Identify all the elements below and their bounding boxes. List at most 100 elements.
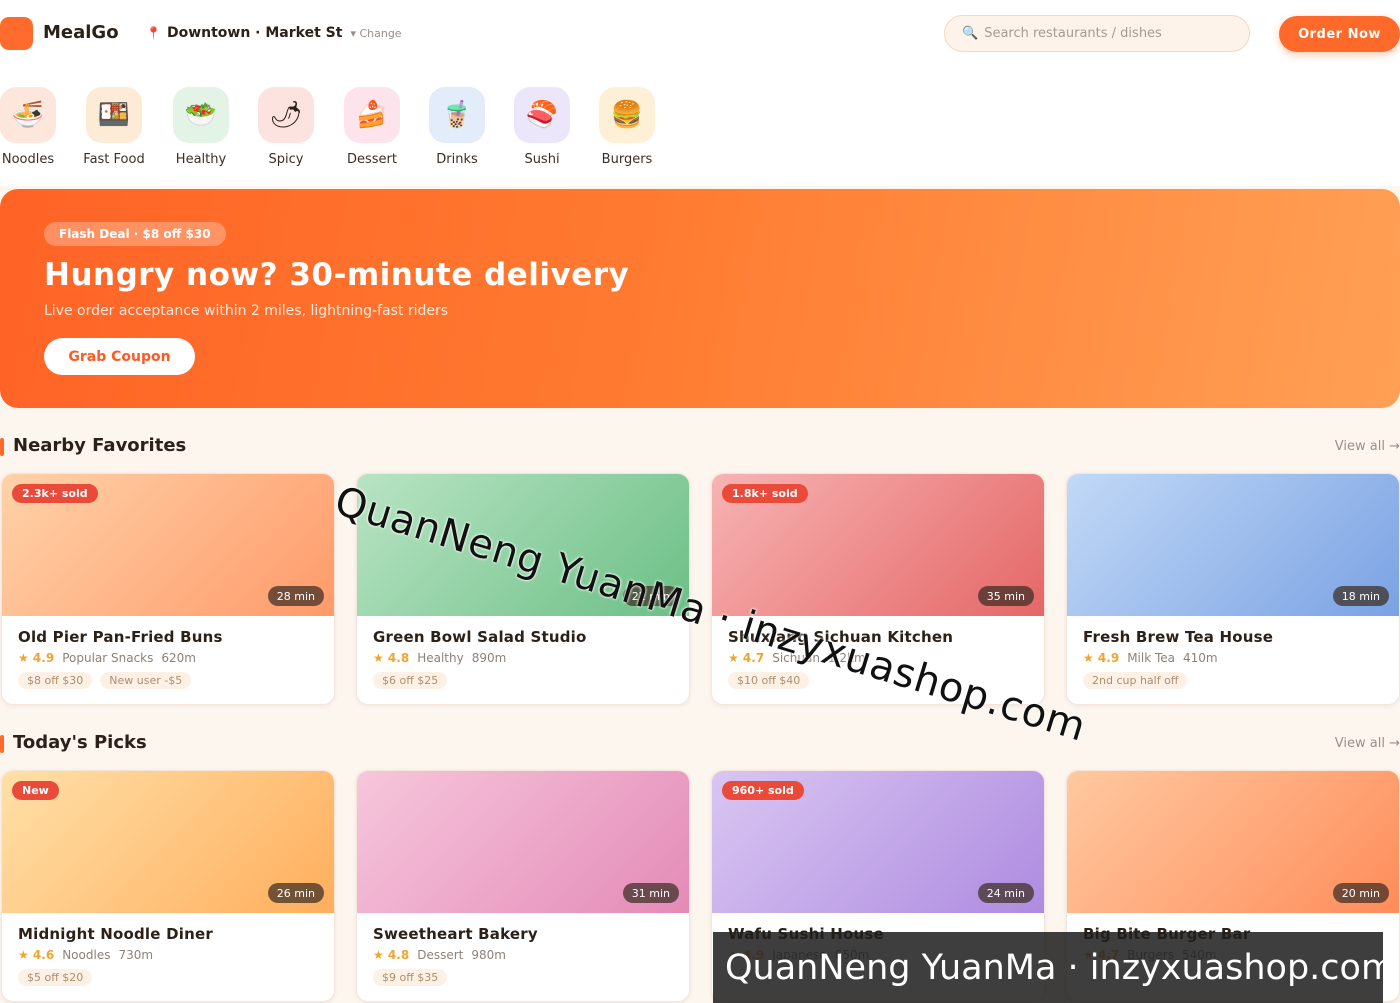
restaurant-name: Green Bowl Salad Studio (373, 628, 587, 646)
section-accent-bar (0, 735, 4, 753)
bento-box-icon: 🍱 (86, 87, 142, 143)
grab-coupon-button[interactable]: Grab Coupon (44, 338, 195, 375)
promo-tags: $10 off $40 (728, 672, 810, 689)
chili-pepper-icon: 🌶 (258, 87, 314, 143)
promo-tag: 2nd cup half off (1083, 672, 1188, 689)
distance: 620m (161, 651, 196, 665)
category-label: Spicy (268, 152, 304, 167)
distance: 730m (118, 948, 154, 962)
delivery-time-badge: 24 min (977, 883, 1034, 903)
category-drinks[interactable]: 🧋 Drinks (417, 87, 497, 167)
restaurant-name: Fresh Brew Tea House (1083, 628, 1274, 646)
location-pin-icon: 📍 (146, 26, 161, 40)
view-all-link[interactable]: View all → (1335, 439, 1400, 454)
category-sushi[interactable]: 🍣 Sushi (502, 87, 582, 167)
rating: ★ 4.9 (1083, 651, 1120, 665)
promo-tags: $6 off $25 (373, 672, 448, 689)
category-label: Fast Food (83, 152, 145, 167)
category-label: Burgers (601, 152, 653, 167)
sales-badge: 960+ sold (722, 781, 804, 800)
noodle-bowl-icon: 🍜 (0, 87, 56, 143)
category-label: Dessert (347, 152, 397, 167)
sales-badge: 1.8k+ sold (722, 484, 808, 503)
promo-banner: Flash Deal · $8 off $30 Hungry now? 30-m… (0, 189, 1400, 408)
burger-icon: 🍔 (599, 87, 655, 143)
promo-tags: $5 off $20 (18, 969, 93, 986)
category-spicy[interactable]: 🌶 Spicy (246, 87, 326, 167)
rating: ★ 4.8 (373, 948, 410, 962)
banner-subtitle: Live order acceptance within 2 miles, li… (44, 303, 449, 319)
restaurant-name: Sweetheart Bakery (373, 925, 538, 943)
promo-tag: New user -$5 (100, 672, 192, 689)
change-location-link[interactable]: ▾ Change (350, 27, 401, 40)
cuisine-category: Milk Tea (1127, 651, 1176, 665)
sales-badge: New (12, 781, 59, 800)
cuisine-category: Dessert (417, 948, 464, 962)
restaurant-card[interactable]: New 26 min Midnight Noodle Diner ★ 4.6 Noodl… (1, 770, 335, 1002)
search-input[interactable]: 🔍 Search restaurants / dishes (944, 15, 1250, 52)
cuisine-category: Popular Snacks (62, 651, 154, 665)
category-bar: 🍜 Noodles 🍱 Fast Food 🥗 Healthy 🌶 Spicy 🍰 Dessert… (0, 68, 1400, 186)
restaurant-card[interactable]: 2.3k+ sold 28 min Old Pier Pan-Fried Buns ★… (1, 473, 335, 705)
bubble-tea-icon: 🧋 (429, 87, 485, 143)
top-bar: MealGo 📍 Downtown · Market St ▾ Change 🔍… (0, 0, 1400, 68)
restaurant-name: Old Pier Pan-Fried Buns (18, 628, 223, 646)
promo-tag: $6 off $25 (373, 672, 448, 689)
restaurant-card[interactable]: 31 min Sweetheart Bakery ★ 4.8 Dessert 980m $… (356, 770, 690, 1002)
restaurant-meta: ★ 4.8 Dessert 980m (373, 948, 506, 962)
rating: ★ 4.8 (373, 651, 410, 665)
delivery-time-badge: 28 min (267, 586, 324, 606)
location-selector[interactable]: 📍 Downtown · Market St ▾ Change (146, 25, 402, 41)
cuisine-category: Noodles (62, 948, 111, 962)
section-header: Nearby Favorites View all → (0, 435, 1400, 459)
sales-badge: 2.3k+ sold (12, 484, 98, 503)
section-title: Nearby Favorites (13, 435, 187, 456)
section-accent-bar (0, 438, 4, 456)
location-text: Downtown · Market St (166, 25, 343, 41)
salad-icon: 🥗 (173, 87, 229, 143)
cuisine-category: Healthy (417, 651, 464, 665)
restaurant-name: Midnight Noodle Diner (18, 925, 213, 943)
category-label: Drinks (436, 152, 478, 167)
app-name: MealGo (43, 22, 119, 43)
section-title: Today's Picks (13, 732, 147, 753)
category-noodles[interactable]: 🍜 Noodles (0, 87, 68, 167)
restaurant-meta: ★ 4.6 Noodles 730m (18, 948, 153, 962)
cake-icon: 🍰 (344, 87, 400, 143)
category-label: Noodles (1, 152, 55, 167)
promo-tag: $5 off $20 (18, 969, 93, 986)
distance: 980m (471, 948, 506, 962)
category-fast-food[interactable]: 🍱 Fast Food (74, 87, 154, 167)
search-icon: 🔍 (962, 26, 979, 41)
promo-tags: $8 off $30 New user -$5 (18, 672, 192, 689)
category-label: Healthy (175, 152, 227, 167)
watermark-strip: QuanNeng YuanMa · inzyxuashop.com (713, 932, 1383, 1003)
flash-deal-badge: Flash Deal · $8 off $30 (44, 222, 226, 246)
delivery-time-badge: 20 min (1332, 883, 1389, 903)
promo-tags: $9 off $35 (373, 969, 448, 986)
delivery-time-badge: 18 min (1332, 586, 1389, 606)
restaurant-meta: ★ 4.8 Healthy 890m (373, 651, 506, 665)
delivery-time-badge: 35 min (977, 586, 1034, 606)
rating: ★ 4.9 (18, 651, 55, 665)
delivery-time-badge: 31 min (622, 883, 679, 903)
restaurant-meta: ★ 4.9 Popular Snacks 620m (18, 651, 196, 665)
category-burgers[interactable]: 🍔 Burgers (587, 87, 667, 167)
promo-tag: $8 off $30 (18, 672, 93, 689)
restaurant-card[interactable]: 18 min Fresh Brew Tea House ★ 4.9 Milk Tea 4… (1066, 473, 1400, 705)
view-all-link[interactable]: View all → (1335, 736, 1400, 751)
banner-title: Hungry now? 30-minute delivery (44, 257, 630, 293)
category-dessert[interactable]: 🍰 Dessert (332, 87, 412, 167)
delivery-time-badge: 26 min (267, 883, 324, 903)
search-placeholder: Search restaurants / dishes (984, 26, 1162, 41)
distance: 410m (1183, 651, 1218, 665)
distance: 890m (471, 651, 507, 665)
sushi-icon: 🍣 (514, 87, 570, 143)
logo-icon (0, 17, 33, 50)
rating: ★ 4.6 (18, 948, 55, 962)
restaurant-meta: ★ 4.9 Milk Tea 410m (1083, 651, 1218, 665)
section-header: Today's Picks View all → (0, 732, 1400, 756)
order-now-button[interactable]: Order Now (1279, 16, 1400, 52)
promo-tag: $10 off $40 (728, 672, 810, 689)
category-healthy[interactable]: 🥗 Healthy (161, 87, 241, 167)
